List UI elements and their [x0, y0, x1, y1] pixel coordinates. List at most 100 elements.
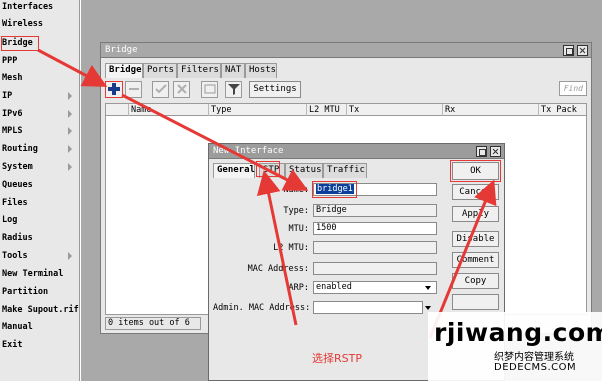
tab-bridge[interactable]: Bridge — [105, 63, 143, 78]
menu-item-ppp[interactable]: PPP — [2, 54, 78, 68]
col-tx[interactable]: Tx — [346, 104, 442, 116]
menu-item-mpls[interactable]: MPLS — [2, 124, 78, 138]
find-input[interactable]: Find — [559, 81, 587, 96]
menu-item-label: Exit — [2, 340, 23, 350]
name-label: Name: — [283, 185, 309, 195]
mtu-label: MTU: — [288, 224, 309, 234]
remove-button[interactable] — [452, 294, 499, 310]
menu-item-label: Radius — [2, 233, 33, 243]
admin-mac-label: Admin. MAC Address: — [213, 303, 311, 313]
menu-item-tools[interactable]: Tools — [2, 249, 78, 263]
menu-item-label: Manual — [2, 322, 33, 332]
menu-item-exit[interactable]: Exit — [2, 338, 78, 352]
new-interface-titlebar[interactable]: New Interface — [209, 144, 504, 159]
status-bar: 0 items out of 6 — [105, 317, 201, 330]
menu-item-label: Partition — [2, 287, 49, 297]
menu-item-label: PPP — [2, 56, 18, 66]
minus-icon — [128, 88, 139, 90]
admin-mac-field[interactable] — [313, 301, 423, 314]
bridge-table-header: Name Type L2 MTU Tx Rx Tx Pack — [105, 103, 587, 116]
menu-item-label: Wireless — [2, 19, 43, 29]
disable-button[interactable]: Disable — [452, 231, 499, 247]
new-interface-title: New Interface — [213, 146, 284, 156]
type-label: Type: — [283, 206, 309, 216]
arp-label: ARP: — [288, 283, 309, 293]
comment-icon — [204, 84, 215, 94]
cross-icon — [176, 84, 187, 94]
col-name[interactable]: Name — [128, 104, 208, 116]
bridge-window-title: Bridge — [105, 45, 138, 55]
menu-item-mesh[interactable]: Mesh — [2, 71, 78, 85]
stp-highlight-box — [256, 161, 280, 177]
col-rx[interactable]: Rx — [442, 104, 538, 116]
submenu-arrow-icon — [68, 110, 72, 118]
maximize-icon[interactable] — [563, 45, 574, 56]
filter-icon — [227, 84, 240, 95]
settings-button[interactable]: Settings — [249, 81, 301, 98]
close-icon[interactable] — [577, 45, 588, 56]
menu-item-radius[interactable]: Radius — [2, 231, 78, 245]
comment-button[interactable] — [201, 81, 218, 98]
left-menu: Interfaces Wireless Bridge PPP Mesh IP I… — [0, 0, 80, 381]
remove-button[interactable] — [125, 81, 142, 98]
menu-item-make-supout[interactable]: Make Supout.rif — [2, 303, 79, 317]
bridge-titlebar[interactable]: Bridge — [101, 43, 591, 58]
chevron-down-icon[interactable] — [425, 306, 431, 310]
tab-status[interactable]: Status — [285, 163, 323, 178]
menu-item-system[interactable]: System — [2, 160, 78, 174]
cancel-button[interactable]: Cancel — [452, 184, 499, 200]
col-l2mtu[interactable]: L2 MTU — [306, 104, 346, 116]
menu-item-new-terminal[interactable]: New Terminal — [2, 267, 78, 281]
enable-button[interactable] — [152, 81, 169, 98]
comment-button[interactable]: Comment — [452, 252, 499, 268]
menu-item-ipv6[interactable]: IPv6 — [2, 107, 78, 121]
menu-item-partition[interactable]: Partition — [2, 285, 78, 299]
col-flag[interactable] — [106, 104, 128, 116]
copy-button[interactable]: Copy — [452, 273, 499, 289]
ok-highlight-box — [450, 160, 501, 182]
annotation-caption: 选择RSTP — [312, 352, 362, 365]
menu-item-label: Log — [2, 215, 18, 225]
menu-item-label: IPv6 — [2, 109, 23, 119]
watermark-sub1: 织梦内容管理系统 — [494, 352, 574, 363]
menu-item-interfaces[interactable]: Interfaces — [2, 0, 78, 14]
menu-item-label: Files — [2, 198, 28, 208]
menu-item-ip[interactable]: IP — [2, 89, 78, 103]
mac-address-label: MAC Address: — [247, 264, 309, 274]
chevron-down-icon[interactable] — [425, 286, 431, 290]
col-type[interactable]: Type — [208, 104, 306, 116]
apply-button[interactable]: Apply — [452, 206, 499, 222]
menu-item-wireless[interactable]: Wireless — [2, 17, 78, 31]
menu-item-label: Tools — [2, 251, 28, 261]
menu-item-label: New Terminal — [2, 269, 64, 279]
col-tx-pack[interactable]: Tx Pack — [538, 104, 588, 116]
submenu-arrow-icon — [68, 163, 72, 171]
tab-general[interactable]: General — [213, 163, 255, 178]
maximize-icon[interactable] — [476, 146, 487, 157]
menu-item-label: Mesh — [2, 73, 23, 83]
arp-select[interactable]: enabled — [313, 281, 437, 294]
tab-hosts[interactable]: Hosts — [245, 63, 277, 78]
tab-filters[interactable]: Filters — [177, 63, 221, 78]
menu-item-label: System — [2, 162, 33, 172]
filter-button[interactable] — [225, 81, 242, 98]
close-icon[interactable] — [490, 146, 501, 157]
menu-item-queues[interactable]: Queues — [2, 178, 78, 192]
plus-icon — [108, 83, 120, 95]
tab-nat[interactable]: NAT — [221, 63, 245, 78]
mtu-field[interactable]: 1500 — [313, 222, 437, 235]
add-button[interactable] — [105, 81, 123, 98]
tab-traffic[interactable]: Traffic — [323, 163, 367, 178]
menu-item-log[interactable]: Log — [2, 213, 78, 227]
bridge-toolbar: Settings Find — [105, 81, 587, 99]
tab-ports[interactable]: Ports — [143, 63, 177, 78]
menu-item-label: Interfaces — [2, 2, 54, 12]
mac-address-field — [313, 262, 437, 275]
menu-item-files[interactable]: Files — [2, 196, 78, 210]
disable-button[interactable] — [173, 81, 190, 98]
type-field: Bridge — [313, 204, 437, 217]
menu-item-manual[interactable]: Manual — [2, 320, 78, 334]
menu-item-routing[interactable]: Routing — [2, 142, 78, 156]
submenu-arrow-icon — [68, 127, 72, 135]
menu-item-label: Routing — [2, 144, 38, 154]
